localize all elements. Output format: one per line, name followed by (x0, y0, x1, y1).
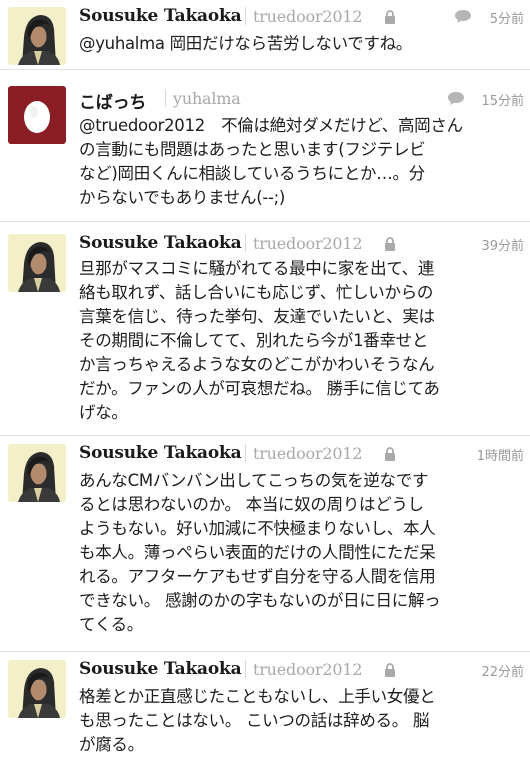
tweet-text-line: @truedoor2012 不倫は絶対ダメだけど、高岡さん (79, 116, 463, 135)
divider (245, 444, 246, 462)
tweet-text-line: の言動にも問題はあったと思います(フジテレビ (79, 140, 426, 159)
avatar[interactable] (8, 660, 66, 718)
egg-avatar (8, 86, 66, 144)
tweet-text-line: からないでもありません(--;) (79, 188, 286, 207)
tweet-text: @truedoor2012 不倫は絶対ダメだけど、高岡さん の言動にも問題はあっ… (79, 114, 522, 210)
tweet-text-line: げな。 (79, 403, 128, 422)
tweet-text: 旦那がマスコミに騒がれてる最中に家を出て、連 絡も取れず、話し合いにも応じず、忙… (79, 257, 522, 425)
tweet-text-line: など)岡田くんに相談しているうちにとか…。分 (79, 164, 425, 183)
tweet-text-line: るとは思わないのか。 本当に奴の周りはどうし (79, 495, 424, 514)
lock-icon (385, 10, 395, 24)
user-handle[interactable]: truedoor2012 (253, 444, 363, 463)
tweet-text: 格差とか正直感じたこともないし、上手い女優と も思ったことはない。 こいつの話は… (79, 685, 522, 757)
divider (245, 7, 246, 25)
tweet-text-line: か言っちゃえるような女のどこがかわいそうなん (79, 355, 435, 374)
tweet-feed: Sousuke Takaoka truedoor2012 5分前 @yuhalm… (0, 0, 530, 768)
tweet-header: Sousuke Takaoka truedoor2012 22分前 (79, 659, 524, 683)
tweet-text-line: あんなCMバンバン出してこっちの気を逆なです (79, 471, 429, 490)
tweet-text-line: ようもない。好い加減に不快極まりないし、本人 (79, 519, 436, 538)
reply-icon[interactable] (454, 9, 472, 24)
tweet-text-line: も本人。薄っぺらい表面的だけの人間性にただ呆 (79, 543, 436, 562)
tweet[interactable]: こばっち yuhalma 15分前 @truedoor2012 不倫は絶対ダメだ… (0, 74, 530, 222)
lock-icon (385, 447, 395, 461)
avatar[interactable] (8, 7, 66, 65)
divider (245, 660, 246, 678)
tweet[interactable]: Sousuke Takaoka truedoor2012 1時間前 あんなCMバ… (0, 438, 530, 652)
tweet-text-line: 旦那がマスコミに騒がれてる最中に家を出て、連 (79, 259, 435, 278)
timestamp[interactable]: 1時間前 (477, 445, 524, 464)
tweet-text-line: 格差とか正直感じたこともないし、上手い女優と (79, 687, 436, 706)
tweet-text: あんなCMバンバン出してこっちの気を逆なです るとは思わないのか。 本当に奴の周… (79, 469, 522, 637)
user-handle[interactable]: yuhalma (173, 89, 241, 108)
tweet-text-line: れる。アフターケアもせず自分を守る人間を信用 (79, 567, 436, 586)
user-name[interactable]: Sousuke Takaoka (79, 6, 242, 26)
lock-icon (385, 663, 395, 677)
tweet-header: Sousuke Takaoka truedoor2012 1時間前 (79, 443, 524, 467)
user-name[interactable]: Sousuke Takaoka (79, 659, 242, 679)
tweet[interactable]: Sousuke Takaoka truedoor2012 5分前 @yuhalm… (0, 0, 530, 70)
tweet-text-line: その期間に不倫してて、別れたら今が1番幸せと (79, 331, 429, 350)
tweet[interactable]: Sousuke Takaoka truedoor2012 39分前 旦那がマスコ… (0, 224, 530, 436)
hooded-person-avatar (8, 444, 66, 502)
avatar[interactable] (8, 86, 66, 144)
tweet-text-line: @yuhalma 岡田だけなら苦労しないですね。 (79, 34, 413, 53)
hooded-person-avatar (8, 660, 66, 718)
tweet-header: こばっち yuhalma 15分前 (79, 88, 524, 113)
user-name[interactable]: こばっち (79, 88, 146, 113)
tweet-header: Sousuke Takaoka truedoor2012 39分前 (79, 233, 524, 257)
hooded-person-avatar (8, 234, 66, 292)
tweet-text-line: できない。 感謝のかの字もないのが日に日に解っ (79, 591, 441, 610)
timestamp[interactable]: 39分前 (481, 235, 524, 254)
divider (245, 234, 246, 252)
avatar[interactable] (8, 444, 66, 502)
tweet-text: @yuhalma 岡田だけなら苦労しないですね。 (79, 32, 522, 56)
user-handle[interactable]: truedoor2012 (253, 7, 363, 26)
tweet-header: Sousuke Takaoka truedoor2012 5分前 (79, 6, 524, 30)
reply-icon[interactable] (447, 91, 465, 106)
tweet-text-line: も思ったことはない。 こいつの話は辞める。 脳 (79, 711, 430, 730)
timestamp[interactable]: 15分前 (481, 90, 524, 109)
tweet-text-line: てくる。 (79, 615, 143, 634)
tweet-text-line: だか。ファンの人が可哀想だね。 勝手に信じてあ (79, 379, 440, 398)
user-handle[interactable]: truedoor2012 (253, 660, 363, 679)
timestamp[interactable]: 22分前 (481, 661, 524, 680)
avatar[interactable] (8, 234, 66, 292)
tweet-text-line: が腐る。 (79, 735, 144, 754)
tweet[interactable]: Sousuke Takaoka truedoor2012 22分前 格差とか正直… (0, 654, 530, 768)
lock-icon (385, 237, 395, 251)
user-name[interactable]: Sousuke Takaoka (79, 443, 242, 463)
hooded-person-avatar (8, 7, 66, 65)
user-handle[interactable]: truedoor2012 (253, 234, 363, 253)
timestamp[interactable]: 5分前 (490, 8, 524, 27)
divider (165, 89, 166, 107)
tweet-text-line: 言葉を信じ、待った挙句、友達でいたいと、実は (79, 307, 435, 326)
user-name[interactable]: Sousuke Takaoka (79, 233, 242, 253)
tweet-text-line: 絡も取れず、話し合いにも応じず、忙しいからの (79, 283, 434, 302)
